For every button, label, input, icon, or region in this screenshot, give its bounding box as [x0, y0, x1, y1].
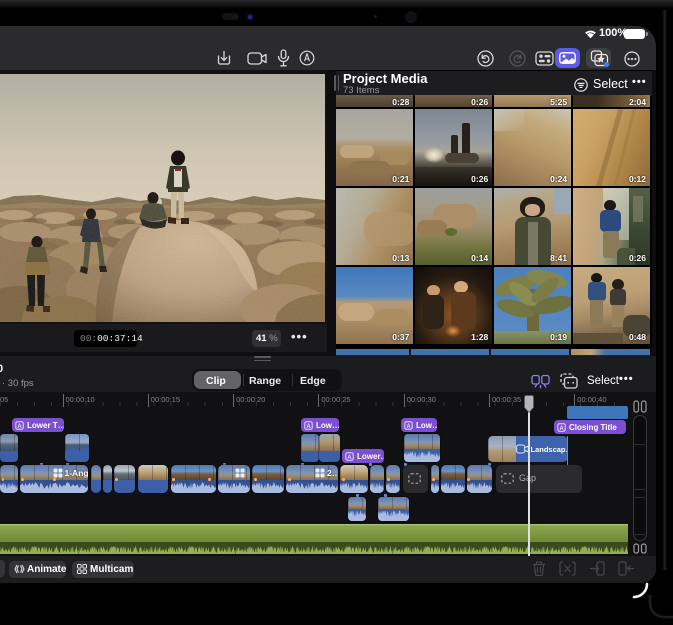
svg-text:A: A: [559, 426, 564, 432]
svg-text:A: A: [306, 424, 311, 430]
svg-text:A: A: [347, 455, 352, 461]
svg-text:A: A: [406, 424, 411, 430]
svg-text:A: A: [17, 423, 22, 429]
